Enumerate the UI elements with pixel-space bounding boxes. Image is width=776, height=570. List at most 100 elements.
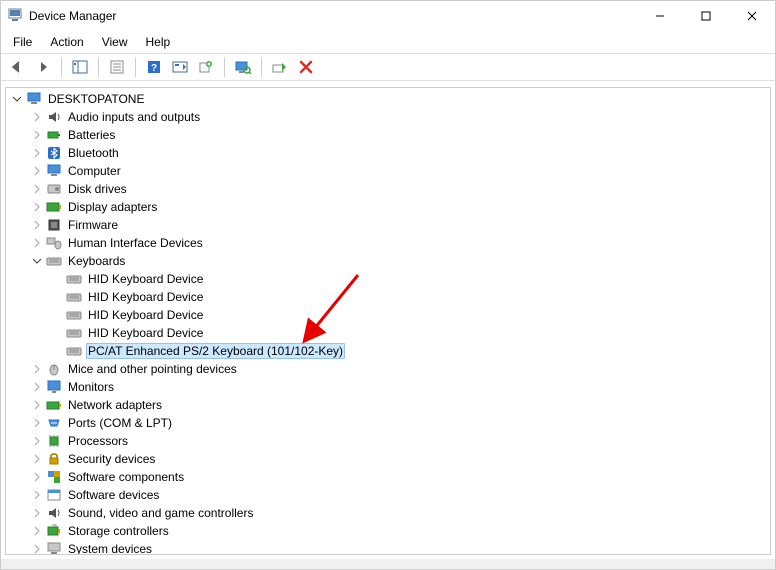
- keyboard-icon: [66, 307, 82, 323]
- expand-icon[interactable]: [30, 524, 44, 538]
- expand-icon[interactable]: [30, 470, 44, 484]
- expand-icon[interactable]: [30, 164, 44, 178]
- tree-label: Storage controllers: [66, 524, 171, 538]
- hid-icon: [46, 235, 62, 251]
- tree-category-storage[interactable]: Storage controllers: [26, 522, 770, 540]
- expand-icon[interactable]: [30, 362, 44, 376]
- tree-category-audio[interactable]: Audio inputs and outputs: [26, 108, 770, 126]
- tree-device-ps2-keyboard[interactable]: PC/AT Enhanced PS/2 Keyboard (101/102-Ke…: [46, 342, 770, 360]
- tree-category-disk[interactable]: Disk drives: [26, 180, 770, 198]
- battery-icon: [46, 127, 62, 143]
- expand-icon[interactable]: [30, 506, 44, 520]
- audio-icon: [46, 109, 62, 125]
- sound-icon: [46, 505, 62, 521]
- tree-label: System devices: [66, 542, 154, 555]
- tree-category-firmware[interactable]: Firmware: [26, 216, 770, 234]
- expand-icon[interactable]: [30, 146, 44, 160]
- action-button[interactable]: [168, 56, 192, 78]
- tree-label: Ports (COM & LPT): [66, 416, 174, 430]
- tree-label: Human Interface Devices: [66, 236, 205, 250]
- tree-category-software-devices[interactable]: Software devices: [26, 486, 770, 504]
- expand-icon[interactable]: [30, 488, 44, 502]
- tree-device-hid-keyboard[interactable]: HID Keyboard Device: [46, 288, 770, 306]
- expand-icon[interactable]: [30, 236, 44, 250]
- computer-icon: [46, 163, 62, 179]
- menu-view[interactable]: View: [94, 33, 136, 51]
- expand-icon[interactable]: [30, 542, 44, 555]
- menu-file[interactable]: File: [5, 33, 40, 51]
- tree-label: HID Keyboard Device: [86, 308, 205, 322]
- tree-label: Keyboards: [66, 254, 127, 268]
- collapse-icon[interactable]: [30, 254, 44, 268]
- tree-label: Batteries: [66, 128, 117, 142]
- tree-category-processors[interactable]: Processors: [26, 432, 770, 450]
- menu-action[interactable]: Action: [42, 33, 91, 51]
- app-icon: [7, 7, 23, 26]
- tree-label: Mice and other pointing devices: [66, 362, 239, 376]
- update-driver-button[interactable]: [194, 56, 218, 78]
- tree-category-keyboards[interactable]: Keyboards: [26, 252, 770, 270]
- tree-label: Disk drives: [66, 182, 129, 196]
- tree-root-computer[interactable]: DESKTOPATONE: [6, 90, 770, 108]
- device-tree-pane[interactable]: DESKTOPATONE Audio inputs and outputs Ba…: [5, 87, 771, 555]
- close-button[interactable]: [729, 1, 775, 31]
- maximize-button[interactable]: [683, 1, 729, 31]
- tree-category-monitors[interactable]: Monitors: [26, 378, 770, 396]
- scan-hardware-button[interactable]: [231, 56, 255, 78]
- expand-icon[interactable]: [30, 398, 44, 412]
- window-title: Device Manager: [29, 9, 116, 23]
- tree-category-bluetooth[interactable]: Bluetooth: [26, 144, 770, 162]
- minimize-button[interactable]: [637, 1, 683, 31]
- tree-category-ports[interactable]: Ports (COM & LPT): [26, 414, 770, 432]
- expand-icon[interactable]: [30, 218, 44, 232]
- expand-icon[interactable]: [30, 416, 44, 430]
- toolbar: ?: [1, 53, 775, 81]
- monitor-icon: [46, 379, 62, 395]
- tree-category-software-components[interactable]: Software components: [26, 468, 770, 486]
- mouse-icon: [46, 361, 62, 377]
- tree-label: Display adapters: [66, 200, 159, 214]
- tree-device-hid-keyboard[interactable]: HID Keyboard Device: [46, 324, 770, 342]
- expand-icon[interactable]: [30, 182, 44, 196]
- tree-category-display[interactable]: Display adapters: [26, 198, 770, 216]
- tree-category-system[interactable]: System devices: [26, 540, 770, 555]
- tree-category-mice[interactable]: Mice and other pointing devices: [26, 360, 770, 378]
- expand-icon[interactable]: [30, 434, 44, 448]
- tree-label: Firmware: [66, 218, 120, 232]
- show-hide-console-tree-button[interactable]: [68, 56, 92, 78]
- uninstall-device-button[interactable]: [294, 56, 318, 78]
- tree-category-network[interactable]: Network adapters: [26, 396, 770, 414]
- tree-category-computer[interactable]: Computer: [26, 162, 770, 180]
- tree-label: HID Keyboard Device: [86, 290, 205, 304]
- tree-category-hid[interactable]: Human Interface Devices: [26, 234, 770, 252]
- tree-label: Software components: [66, 470, 186, 484]
- security-icon: [46, 451, 62, 467]
- properties-button[interactable]: [105, 56, 129, 78]
- svg-text:?: ?: [151, 63, 157, 74]
- tree-label: Sound, video and game controllers: [66, 506, 255, 520]
- forward-button[interactable]: [31, 56, 55, 78]
- tree-category-sound[interactable]: Sound, video and game controllers: [26, 504, 770, 522]
- menu-help[interactable]: Help: [138, 33, 179, 51]
- expand-icon[interactable]: [30, 128, 44, 142]
- help-button[interactable]: ?: [142, 56, 166, 78]
- processor-icon: [46, 433, 62, 449]
- tree-device-hid-keyboard[interactable]: HID Keyboard Device: [46, 306, 770, 324]
- back-button[interactable]: [5, 56, 29, 78]
- expand-icon[interactable]: [30, 110, 44, 124]
- expand-icon[interactable]: [30, 200, 44, 214]
- tree-category-batteries[interactable]: Batteries: [26, 126, 770, 144]
- title-bar: Device Manager: [1, 1, 775, 31]
- collapse-icon[interactable]: [10, 92, 24, 106]
- tree-device-hid-keyboard[interactable]: HID Keyboard Device: [46, 270, 770, 288]
- enable-device-button[interactable]: [268, 56, 292, 78]
- tree-category-security[interactable]: Security devices: [26, 450, 770, 468]
- bluetooth-icon: [46, 145, 62, 161]
- tree-label: DESKTOPATONE: [46, 92, 146, 106]
- tree-label: Bluetooth: [66, 146, 121, 160]
- keyboard-icon: [66, 271, 82, 287]
- software-component-icon: [46, 469, 62, 485]
- disk-icon: [46, 181, 62, 197]
- expand-icon[interactable]: [30, 380, 44, 394]
- expand-icon[interactable]: [30, 452, 44, 466]
